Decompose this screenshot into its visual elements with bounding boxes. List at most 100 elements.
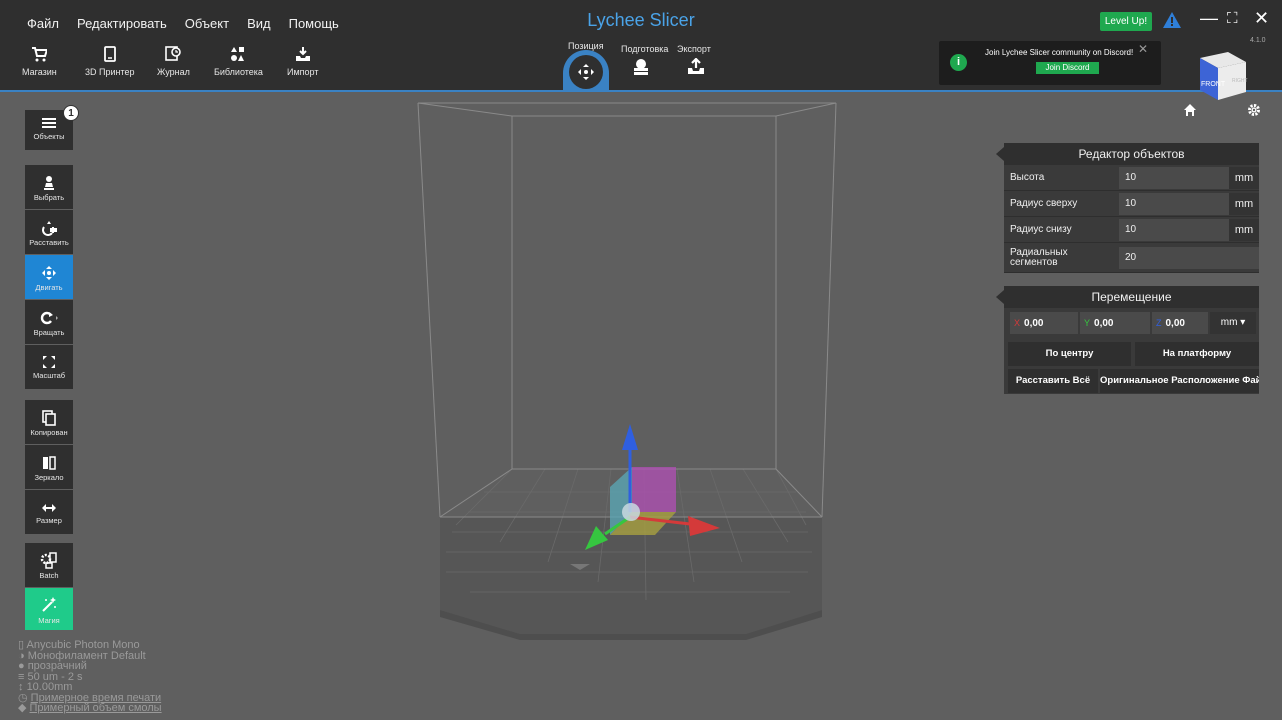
batch-icon	[40, 552, 57, 569]
resize-label: Размер	[36, 516, 62, 525]
arrange-icon	[42, 221, 57, 236]
printer-icon	[103, 46, 116, 62]
copy-icon	[42, 410, 56, 426]
move-label: Двигать	[35, 283, 63, 292]
xz-plane-handle[interactable]	[632, 467, 676, 512]
to-platform-button[interactable]: На платформу	[1135, 342, 1259, 366]
segments-label: Радиальных сегментов	[1010, 247, 1068, 268]
copy-label: Копирован	[30, 428, 68, 437]
x-field[interactable]: X 0,00	[1010, 312, 1078, 334]
tab-position-inner[interactable]	[569, 55, 603, 89]
model-object[interactable]	[622, 503, 640, 521]
copy-tool-button[interactable]: Копирован	[25, 400, 73, 444]
toast-close-button[interactable]: ✕	[1138, 42, 1148, 56]
select-tool-button[interactable]: Выбрать	[25, 165, 73, 209]
bottom-radius-unit: mm	[1229, 219, 1259, 241]
join-discord-button[interactable]: Join Discord	[1036, 62, 1099, 74]
list-icon	[42, 118, 56, 128]
object-editor-title: Редактор объектов	[996, 143, 1259, 165]
rotate-tool-button[interactable]: Вращать	[25, 300, 73, 344]
resize-icon	[42, 504, 56, 512]
minimize-button[interactable]: —	[1200, 8, 1218, 29]
tab-prepare-label: Подготовка	[621, 44, 669, 54]
import-icon	[295, 47, 310, 61]
resin-volume-link[interactable]: Примерный объем смолы	[30, 702, 162, 714]
center-button[interactable]: По центру	[1008, 342, 1131, 366]
objects-count-badge: 1	[63, 105, 79, 121]
arrange-all-button[interactable]: Расставить Всё	[1008, 369, 1098, 393]
import-label: Импорт	[287, 67, 319, 77]
gear-icon[interactable]	[1247, 103, 1261, 117]
original-position-button[interactable]: Оригинальное Расположение Фай	[1100, 369, 1259, 393]
cube-right-label: RIGHT	[1232, 78, 1248, 84]
top-radius-label: Радиус сверху	[1010, 198, 1078, 209]
select-icon	[44, 176, 54, 190]
magic-label: Магия	[38, 616, 60, 625]
height-label: Высота	[1010, 172, 1045, 183]
unit-dropdown[interactable]: mm ▾	[1210, 312, 1256, 334]
magic-icon	[42, 597, 56, 612]
move-icon	[42, 266, 56, 280]
cart-icon	[32, 47, 48, 62]
height-row: Высота 10 mm	[1004, 165, 1259, 191]
resize-tool-button[interactable]: Размер	[25, 490, 73, 534]
close-window-button[interactable]: ✕	[1254, 8, 1269, 29]
object-editor-panel: Редактор объектов Высота 10 mm Радиус св…	[996, 143, 1259, 273]
library-button[interactable]: Библиотека	[214, 46, 263, 77]
z-axis-label: Z	[1156, 318, 1162, 328]
arrange-tool-button[interactable]: Расставить	[25, 210, 73, 254]
segments-row: Радиальных сегментов 20	[1004, 243, 1259, 273]
journal-button[interactable]: Журнал	[157, 46, 190, 77]
version-label: 4.1.0	[1250, 37, 1266, 44]
store-button[interactable]: Магазин	[22, 46, 57, 77]
scale-tool-button[interactable]: Масштаб	[25, 345, 73, 389]
batch-tool-button[interactable]: Batch	[25, 543, 73, 587]
mirror-icon	[43, 456, 56, 470]
warning-icon[interactable]	[1162, 11, 1182, 29]
support-icon[interactable]	[632, 58, 650, 76]
app-title: Lychee Slicer	[587, 10, 695, 30]
top-radius-input[interactable]: 10	[1119, 193, 1229, 215]
store-label: Магазин	[22, 67, 57, 77]
info-volume: ◆ Примерный объем смолы	[18, 703, 162, 714]
top-bar: Файл Редактировать Объект Вид Помощь Lyc…	[0, 0, 1282, 92]
library-label: Библиотека	[214, 67, 263, 77]
level-up-button[interactable]: Level Up!	[1100, 12, 1152, 31]
bottom-radius-input[interactable]: 10	[1119, 219, 1229, 241]
height-unit: mm	[1229, 167, 1259, 189]
segments-input[interactable]: 20	[1119, 247, 1259, 269]
magic-tool-button[interactable]: Магия	[25, 588, 73, 630]
toast-message: Join Lychee Slicer community on Discord!	[985, 48, 1134, 57]
import-button[interactable]: Импорт	[287, 46, 318, 77]
mirror-tool-button[interactable]: Зеркало	[25, 445, 73, 489]
z-field[interactable]: Z 0,00	[1152, 312, 1208, 334]
unit-value: mm	[1220, 317, 1238, 328]
move-tool-button[interactable]: Двигать	[25, 255, 73, 299]
xyz-row: X 0,00 Y 0,00 Z 0,00 mm ▾	[1004, 308, 1259, 338]
bottom-radius-label: Радиус снизу	[1010, 224, 1072, 235]
home-icon[interactable]	[1183, 103, 1197, 117]
journal-label: Журнал	[157, 67, 190, 77]
objects-label: Объекты	[33, 132, 65, 141]
scale-label: Масштаб	[32, 371, 66, 380]
tab-export-label: Экспорт	[677, 44, 711, 54]
y-field[interactable]: Y 0,00	[1080, 312, 1150, 334]
printer-button[interactable]: 3D Принтер	[85, 46, 135, 77]
print-info: ▯ Anycubic Photon Mono ◑ Монофиламент De…	[18, 640, 162, 714]
rotate-icon	[40, 311, 58, 325]
cube-front-label: FRONT	[1201, 81, 1226, 88]
library-icon	[231, 47, 245, 61]
info-icon: i	[950, 54, 967, 71]
view-cube[interactable]: FRONT RIGHT	[1190, 48, 1250, 108]
build-volume	[417, 102, 837, 518]
printer-label: 3D Принтер	[85, 67, 135, 77]
z-arrow[interactable]	[622, 424, 638, 450]
rotate-label: Вращать	[33, 328, 65, 337]
resin-icon: ◆	[18, 702, 30, 714]
maximize-button[interactable]: ⛶	[1227, 10, 1238, 27]
batch-label: Batch	[39, 571, 59, 580]
movement-panel: Перемещение X 0,00 Y 0,00 Z 0,00 mm ▾ По це…	[996, 286, 1259, 394]
top-radius-unit: mm	[1229, 193, 1259, 215]
height-input[interactable]: 10	[1119, 167, 1229, 189]
export-icon[interactable]	[687, 58, 705, 76]
